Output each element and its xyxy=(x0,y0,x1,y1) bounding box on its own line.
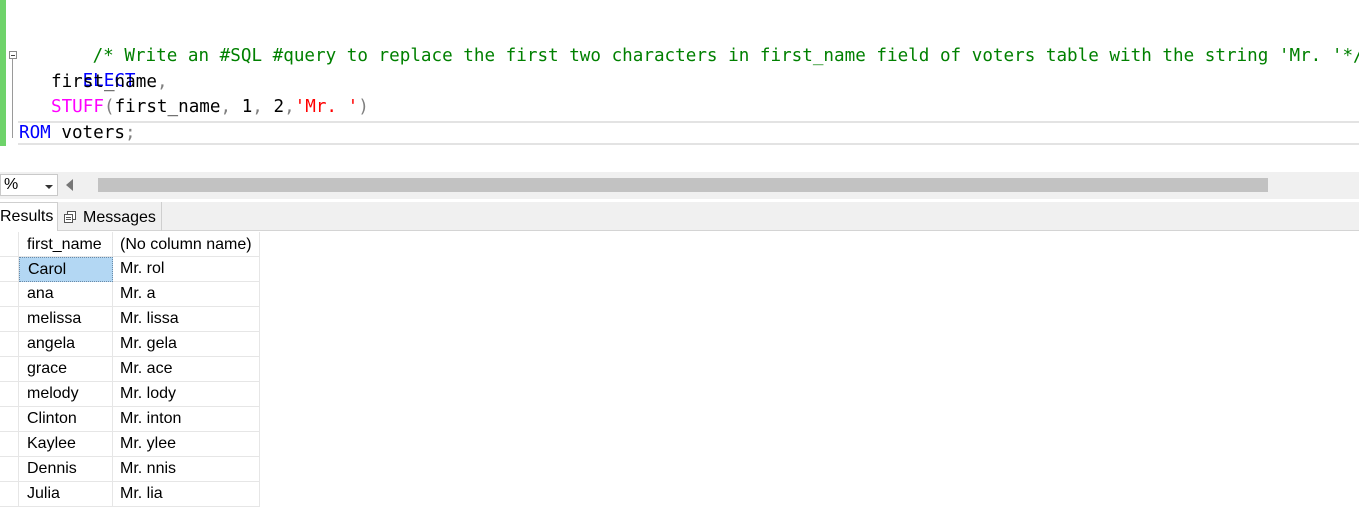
grid-cell[interactable]: Clinton xyxy=(19,407,113,432)
code-line-3: first_name, xyxy=(51,70,168,95)
grid-cell[interactable]: Mr. a xyxy=(113,282,260,307)
row-selector[interactable] xyxy=(0,407,19,432)
table-row: melissa Mr. lissa xyxy=(0,307,260,332)
grid-cell-selected[interactable]: Carol xyxy=(19,257,113,282)
zoom-dropdown[interactable]: % xyxy=(0,174,58,196)
grid-header-row: first_name (No column name) xyxy=(0,232,260,257)
grid-cell[interactable]: ana xyxy=(19,282,113,307)
code-line-2: ELECT xyxy=(19,44,136,91)
table-row: angela Mr. gela xyxy=(0,332,260,357)
row-selector[interactable] xyxy=(0,382,19,407)
horizontal-scrollbar[interactable] xyxy=(84,176,1359,195)
select-column: first_name xyxy=(51,72,157,92)
func-separator: , xyxy=(252,97,274,117)
stuff-function: STUFF xyxy=(51,97,104,117)
grid-cell[interactable]: grace xyxy=(19,357,113,382)
func-arg-start: 1 xyxy=(241,97,253,117)
grid-cell[interactable]: Julia xyxy=(19,482,113,507)
row-selector[interactable] xyxy=(0,282,19,307)
table-row: Carol Mr. rol xyxy=(0,257,260,282)
table-row: melody Mr. lody xyxy=(0,382,260,407)
grid-cell[interactable]: Mr. ace xyxy=(113,357,260,382)
ssms-window: /* Write an #SQL #query to replace the f… xyxy=(0,0,1359,508)
sql-comment: /* Write an #SQL #query to replace the f… xyxy=(92,46,1359,66)
scroll-left-arrow-icon[interactable] xyxy=(66,179,73,191)
row-selector[interactable] xyxy=(0,457,19,482)
zoom-value: % xyxy=(4,176,19,193)
zoom-scroll-bar: % xyxy=(0,172,1359,199)
row-selector[interactable] xyxy=(0,332,19,357)
grid-cell[interactable]: Mr. nnis xyxy=(113,457,260,482)
change-tracking-bar xyxy=(0,0,6,146)
messages-icon xyxy=(64,211,77,223)
query-editor[interactable]: /* Write an #SQL #query to replace the f… xyxy=(0,0,1359,146)
current-line-highlight xyxy=(18,121,1359,145)
grid-cell[interactable]: Mr. gela xyxy=(113,332,260,357)
tab-messages[interactable]: Messages xyxy=(60,202,162,231)
chevron-down-icon xyxy=(45,185,53,189)
row-selector[interactable] xyxy=(0,482,19,507)
table-name: voters xyxy=(50,123,125,143)
table-row: Dennis Mr. nnis xyxy=(0,457,260,482)
grid-cell[interactable]: Mr. lody xyxy=(113,382,260,407)
scrollbar-thumb[interactable] xyxy=(98,178,1268,192)
func-arg-string: 'Mr. ' xyxy=(294,97,359,117)
column-header-first-name[interactable]: first_name xyxy=(19,232,113,257)
results-tab-strip: Results Messages xyxy=(0,202,1359,231)
row-selector[interactable] xyxy=(0,257,19,282)
grid-cell[interactable]: Mr. lissa xyxy=(113,307,260,332)
close-paren: ) xyxy=(358,97,369,117)
grid-corner[interactable] xyxy=(0,232,19,257)
func-separator: , xyxy=(284,97,295,117)
grid-cell[interactable]: angela xyxy=(19,332,113,357)
collapse-icon[interactable] xyxy=(9,51,17,59)
tab-results[interactable]: Results xyxy=(0,202,58,231)
grid-cell[interactable]: Mr. ylee xyxy=(113,432,260,457)
table-row: ana Mr. a xyxy=(0,282,260,307)
open-paren: ( xyxy=(103,97,115,117)
from-keyword: ROM xyxy=(19,123,51,143)
grid-cell[interactable]: Mr. rol xyxy=(113,257,260,282)
row-selector[interactable] xyxy=(0,432,19,457)
table-row: grace Mr. ace xyxy=(0,357,260,382)
results-grid[interactable]: first_name (No column name) Carol Mr. ro… xyxy=(0,232,1359,508)
grid-cell[interactable]: melody xyxy=(19,382,113,407)
code-line-5: ROM voters; xyxy=(19,121,136,146)
semicolon: ; xyxy=(124,123,136,143)
grid-cell[interactable]: Mr. lia xyxy=(113,482,260,507)
comma: , xyxy=(156,72,168,92)
func-arg-length: 2 xyxy=(273,97,285,117)
row-selector[interactable] xyxy=(0,307,19,332)
outline-fold-line xyxy=(12,58,13,138)
table-row: Kaylee Mr. ylee xyxy=(0,432,260,457)
grid-cell[interactable]: Mr. inton xyxy=(113,407,260,432)
grid-cell[interactable]: Kaylee xyxy=(19,432,113,457)
grid-cell[interactable]: Dennis xyxy=(19,457,113,482)
row-selector[interactable] xyxy=(0,357,19,382)
code-line-4: STUFF(first_name, 1, 2,'Mr. ') xyxy=(51,95,369,120)
table-row: Julia Mr. lia xyxy=(0,482,260,507)
table-row: Clinton Mr. inton xyxy=(0,407,260,432)
func-separator: , xyxy=(220,97,242,117)
func-arg-column: first_name xyxy=(114,97,221,117)
code-line-1: /* Write an #SQL #query to replace the f… xyxy=(29,19,1359,66)
column-header-no-column-name[interactable]: (No column name) xyxy=(113,232,260,257)
tab-results-label: Results xyxy=(0,208,54,225)
tab-messages-label: Messages xyxy=(83,209,156,226)
grid-cell[interactable]: melissa xyxy=(19,307,113,332)
